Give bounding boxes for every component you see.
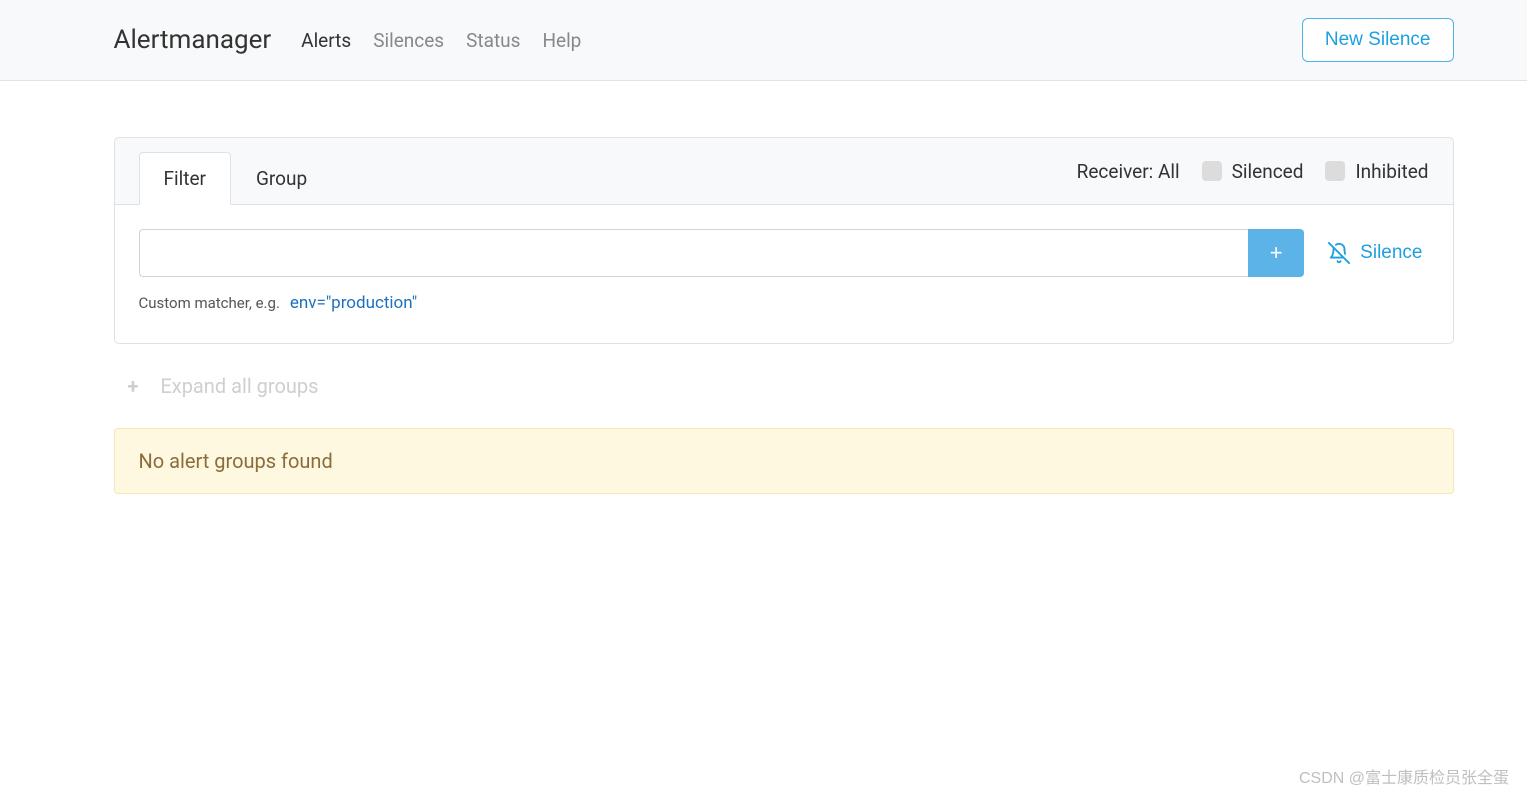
watermark: CSDN @富士康质检员张全蛋 xyxy=(1299,764,1509,788)
hint-prefix: Custom matcher, e.g. xyxy=(139,294,280,312)
input-group: + xyxy=(139,229,1305,277)
brand-title: Alertmanager xyxy=(114,25,272,55)
tab-filter[interactable]: Filter xyxy=(139,152,231,205)
filter-row: + Silence xyxy=(139,229,1429,277)
hint-row: Custom matcher, e.g. env="production" xyxy=(139,293,1429,313)
navbar: Alertmanager Alerts Silences Status Help… xyxy=(0,0,1527,81)
tabs: Filter Group xyxy=(139,152,333,205)
inhibited-label: Inhibited xyxy=(1355,160,1428,183)
silenced-checkbox[interactable] xyxy=(1202,161,1222,181)
nav-link-silences[interactable]: Silences xyxy=(373,29,444,52)
tab-group[interactable]: Group xyxy=(231,152,332,205)
nav-link-alerts[interactable]: Alerts xyxy=(301,29,351,52)
filter-input[interactable] xyxy=(139,229,1249,277)
nav-link-status[interactable]: Status xyxy=(466,29,520,52)
hint-example: env="production" xyxy=(290,293,417,313)
new-silence-button[interactable]: New Silence xyxy=(1302,18,1454,62)
silenced-label: Silenced xyxy=(1232,160,1304,183)
expand-label: Expand all groups xyxy=(160,374,318,398)
inhibited-checkbox[interactable] xyxy=(1325,161,1345,181)
main-container: Filter Group Receiver: All Silenced Inhi… xyxy=(44,81,1484,494)
nav-container: Alertmanager Alerts Silences Status Help… xyxy=(44,18,1484,62)
silenced-toggle[interactable]: Silenced xyxy=(1202,160,1304,183)
filter-card: Filter Group Receiver: All Silenced Inhi… xyxy=(114,137,1454,344)
silence-button[interactable]: Silence xyxy=(1322,229,1428,277)
nav-link-help[interactable]: Help xyxy=(542,29,581,52)
inhibited-toggle[interactable]: Inhibited xyxy=(1325,160,1428,183)
warning-message: No alert groups found xyxy=(114,428,1454,494)
add-filter-button[interactable]: + xyxy=(1248,229,1304,277)
silence-button-label: Silence xyxy=(1360,242,1422,264)
expand-all-groups[interactable]: + Expand all groups xyxy=(114,374,1454,398)
card-body: + Silence Custom matcher, e.g. env="prod… xyxy=(115,204,1453,343)
nav-links: Alerts Silences Status Help xyxy=(301,29,1302,52)
receiver-label: Receiver: All xyxy=(1077,160,1180,183)
card-header: Filter Group Receiver: All Silenced Inhi… xyxy=(115,138,1453,204)
bell-off-icon xyxy=(1328,242,1350,264)
header-right: Receiver: All Silenced Inhibited xyxy=(1077,160,1429,183)
plus-icon: + xyxy=(128,374,139,398)
